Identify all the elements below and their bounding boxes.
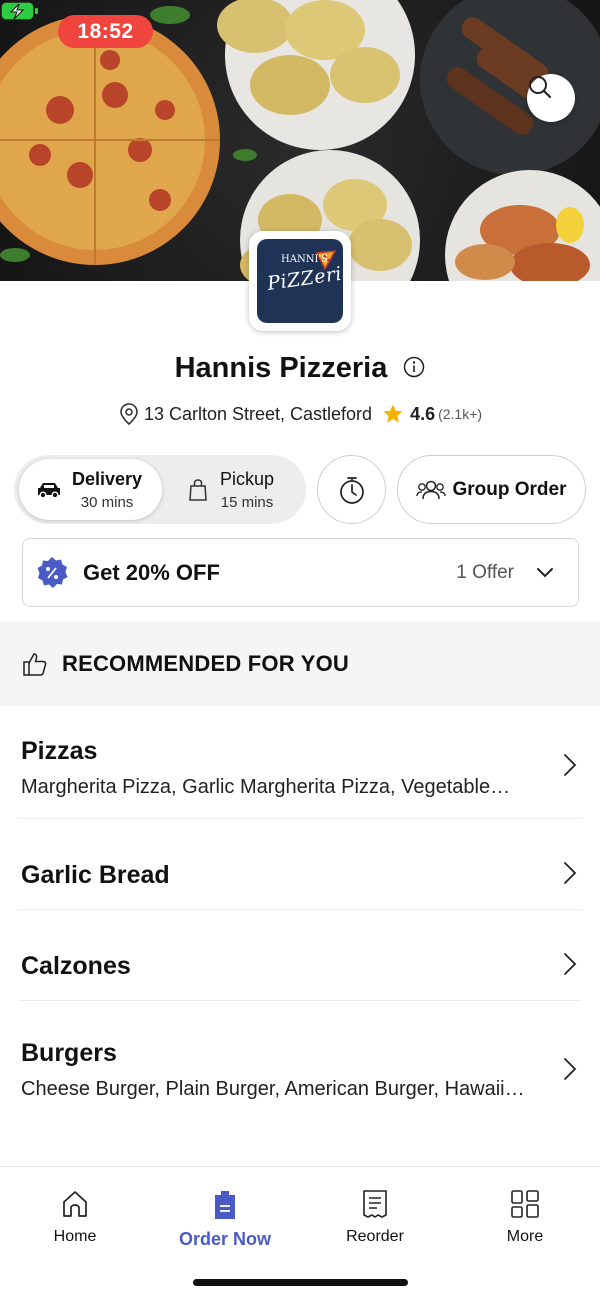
category-pizzas[interactable]: Pizzas Margherita Pizza, Garlic Margheri…: [21, 737, 581, 799]
nav-order-now[interactable]: Order Now: [150, 1189, 300, 1250]
nav-label: Reorder: [346, 1228, 404, 1245]
status-time: 18:52: [58, 15, 153, 48]
location-pin-icon: [120, 403, 138, 426]
search-button[interactable]: [527, 74, 575, 122]
logo-small-text: HANNI'S: [281, 254, 328, 265]
chevron-right-icon: [564, 1058, 577, 1080]
category-items: Cheese Burger, Plain Burger, American Bu…: [21, 1078, 525, 1100]
order-mode-toggle: Delivery 30 mins Pickup 15 mins: [14, 455, 306, 524]
restaurant-title: Hannis Pizzeria: [0, 352, 600, 386]
delivery-time: 30 mins: [80, 493, 134, 511]
car-icon: [38, 482, 60, 498]
timer-icon: [339, 476, 364, 504]
recommended-label: RECOMMENDED FOR YOU: [62, 650, 349, 676]
offer-count: 1 Offer: [456, 561, 514, 583]
offer-title: Get 20% OFF: [83, 559, 220, 585]
divider: [19, 909, 581, 910]
restaurant-address: 13 Carlton Street, Castleford: [143, 403, 373, 424]
delivery-option[interactable]: Delivery 30 mins: [19, 459, 162, 520]
info-icon[interactable]: [403, 353, 425, 386]
home-icon: [63, 1191, 87, 1217]
pickup-label: Pickup: [220, 468, 275, 489]
nav-label: Home: [53, 1228, 97, 1245]
rating-count: (2.1k+): [438, 406, 483, 422]
divider: [19, 1000, 581, 1001]
nav-home[interactable]: Home: [0, 1189, 150, 1246]
delivery-label: Delivery: [72, 468, 143, 489]
category-calzones[interactable]: Calzones: [21, 952, 581, 981]
pickup-option[interactable]: Pickup 15 mins: [174, 459, 302, 520]
group-order-button[interactable]: Group Order: [397, 455, 586, 524]
order-bag-icon: [215, 1191, 235, 1219]
category-name: Garlic Bread: [21, 861, 170, 889]
category-name: Calzones: [21, 952, 131, 980]
group-icon: [416, 480, 447, 499]
offer-banner[interactable]: Get 20% OFF 1 Offer: [22, 538, 579, 607]
battery-charging-icon: [0, 1, 38, 21]
category-burgers[interactable]: Burgers Cheese Burger, Plain Burger, Ame…: [21, 1039, 581, 1101]
nav-label: Order Now: [178, 1229, 271, 1249]
pickup-time: 15 mins: [220, 493, 274, 511]
logo-text: PiZZeria: [265, 261, 343, 295]
address-rating-row: 13 Carlton Street, Castleford 4.6 (2.1k+…: [0, 402, 600, 426]
nav-label: More: [506, 1228, 544, 1245]
grid-icon: [511, 1190, 539, 1218]
nav-more[interactable]: More: [450, 1189, 600, 1246]
rating-value: 4.6: [410, 403, 436, 424]
chevron-down-icon: [537, 567, 553, 577]
thumbs-up-icon: [23, 652, 47, 676]
schedule-button[interactable]: [317, 455, 386, 524]
chevron-right-icon: [564, 754, 577, 776]
category-name: Burgers: [21, 1039, 117, 1067]
nav-reorder[interactable]: Reorder: [300, 1189, 450, 1246]
restaurant-logo: HANNI'S PiZZeria: [249, 231, 351, 331]
search-icon: [529, 76, 552, 99]
home-indicator[interactable]: [193, 1279, 408, 1286]
chevron-right-icon: [564, 953, 577, 975]
chevron-right-icon: [564, 862, 577, 884]
star-icon: [383, 404, 403, 423]
logo-badge: HANNI'S PiZZeria: [257, 239, 343, 323]
receipt-icon: [363, 1190, 387, 1218]
category-garlic-bread[interactable]: Garlic Bread: [21, 861, 581, 890]
divider: [19, 818, 581, 819]
restaurant-name: Hannis Pizzeria: [174, 352, 388, 384]
group-order-label: Group Order: [452, 478, 567, 500]
discount-badge-icon: [37, 556, 68, 588]
shopping-bag-icon: [189, 478, 207, 501]
category-items: Margherita Pizza, Garlic Margherita Pizz…: [21, 776, 511, 798]
recommended-header: RECOMMENDED FOR YOU: [0, 621, 600, 706]
category-name: Pizzas: [21, 737, 98, 765]
